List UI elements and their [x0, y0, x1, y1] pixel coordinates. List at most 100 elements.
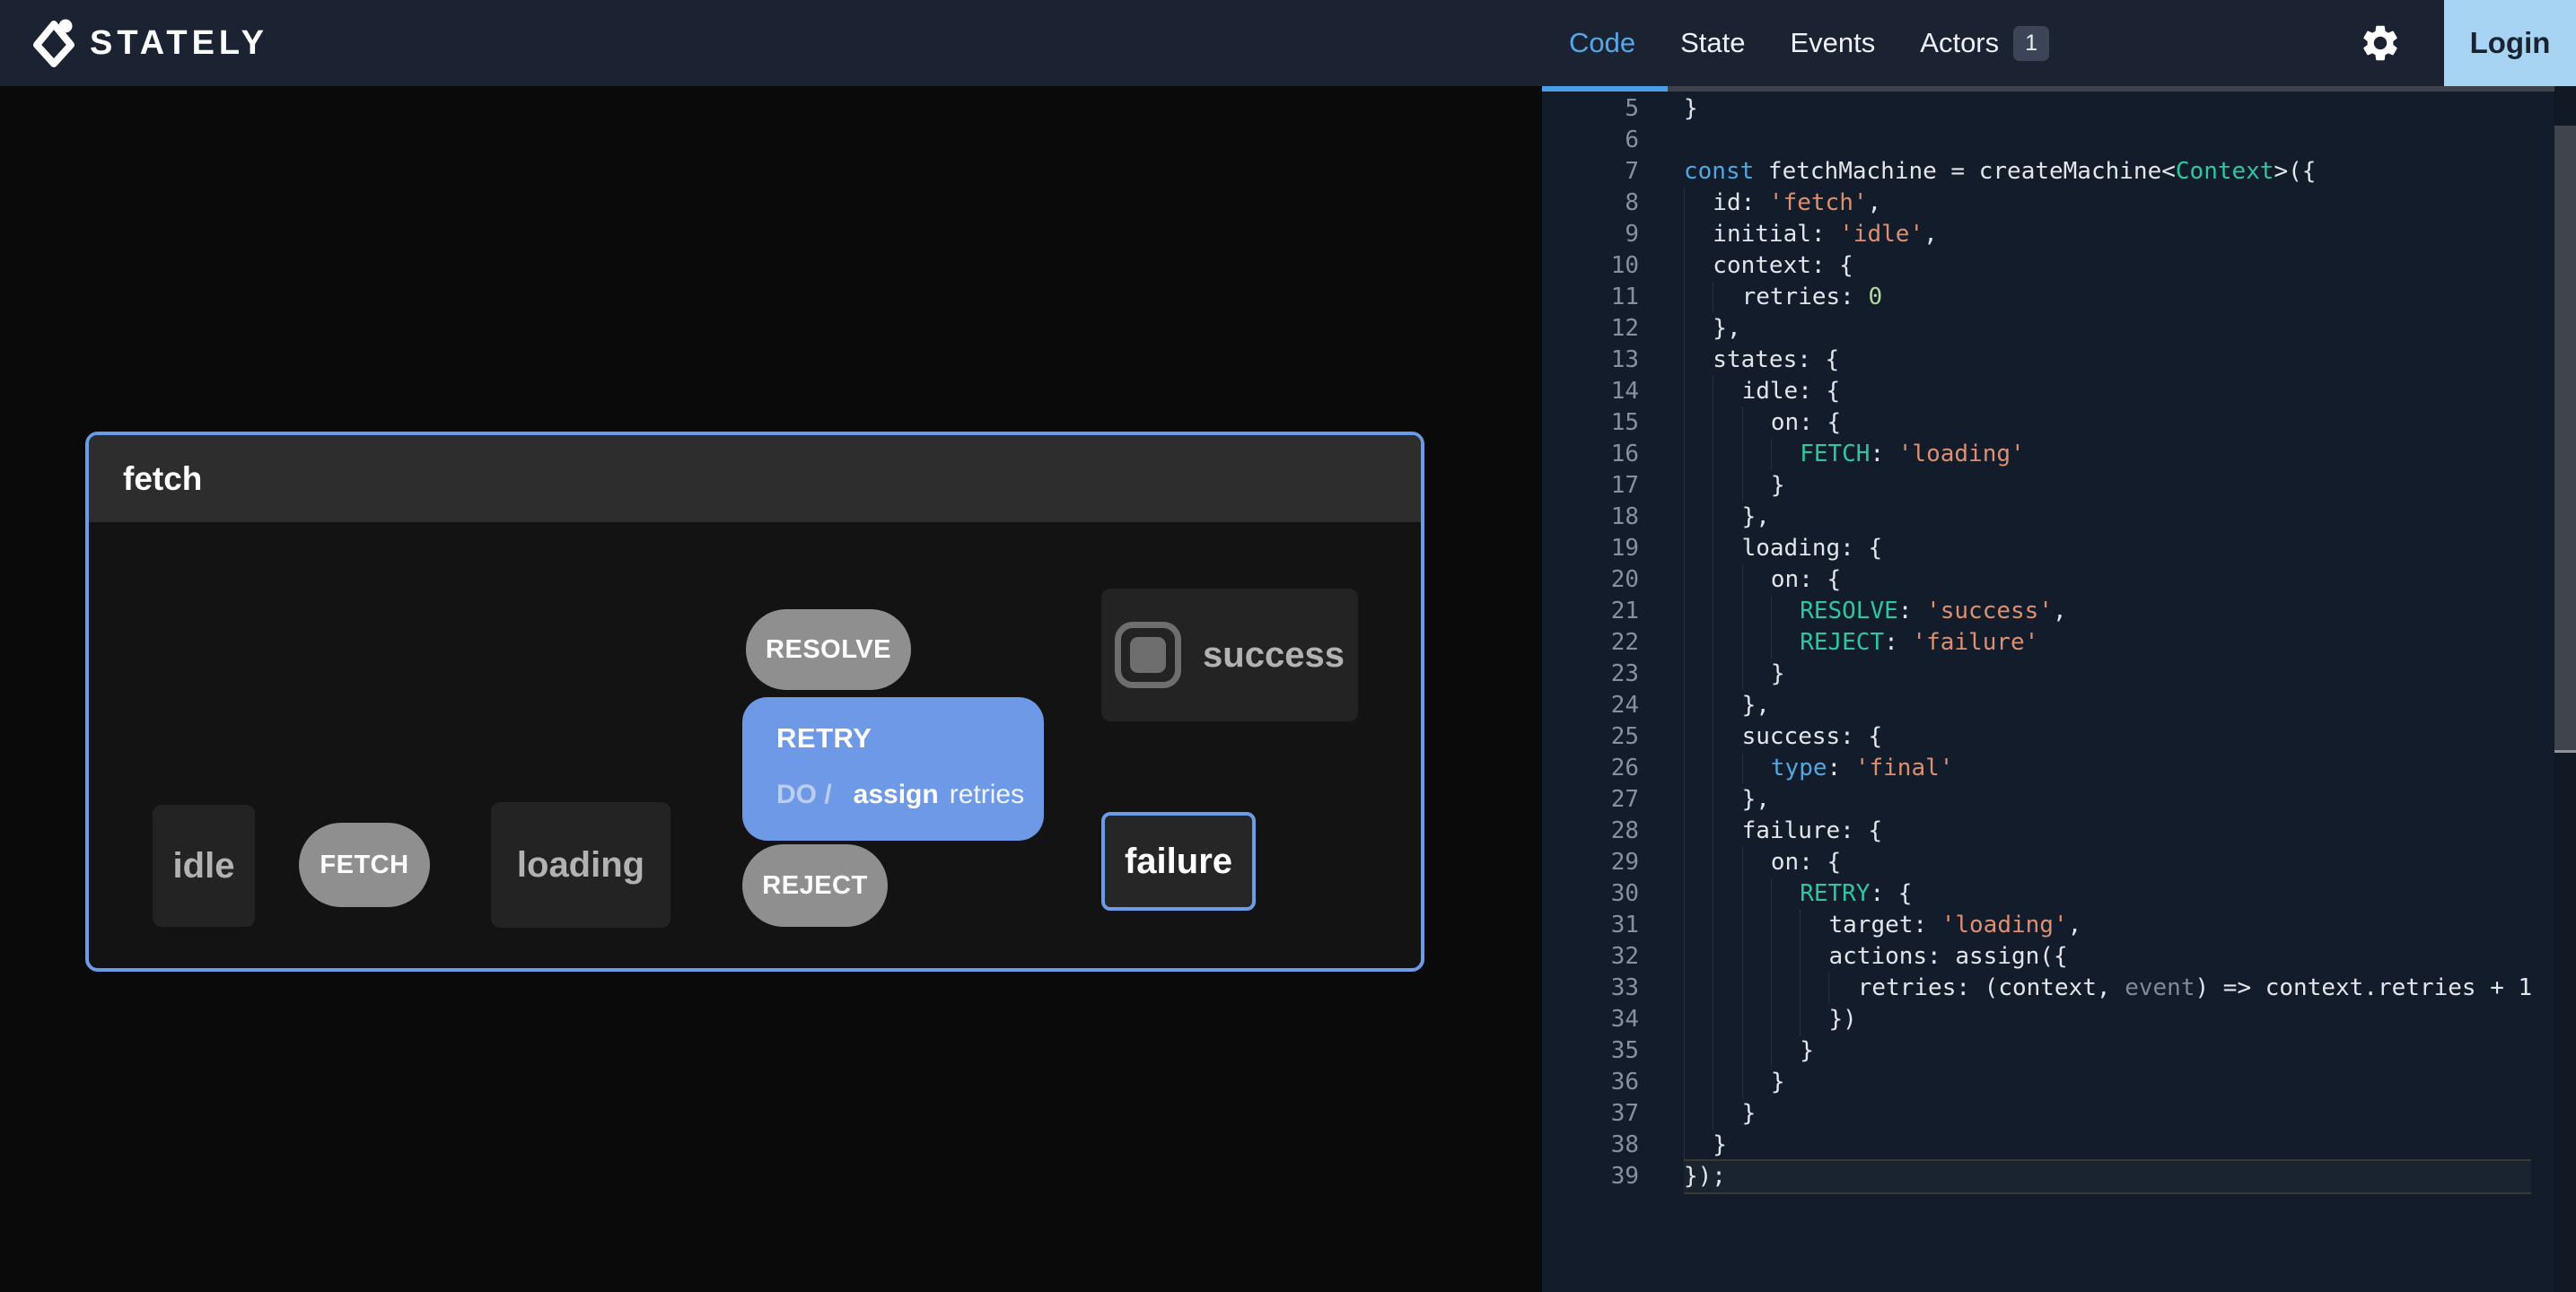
event-resolve[interactable]: RESOLVE [746, 609, 911, 690]
indent-guide [1713, 1067, 1741, 1098]
stately-logo[interactable]: STATELY [32, 0, 268, 86]
diagram-canvas[interactable]: fetch idle FETCH loading RESOLVE success… [0, 86, 1542, 1292]
code-line-39[interactable]: 39}); [1542, 1161, 2554, 1192]
code-line-23[interactable]: 23} [1542, 659, 2554, 690]
indent-guide [1684, 690, 1713, 721]
state-loading-label: loading [516, 844, 645, 885]
code-line-5[interactable]: 5} [1542, 93, 2554, 125]
event-reject[interactable]: REJECT [742, 844, 888, 927]
code-line-27[interactable]: 27}, [1542, 784, 2554, 816]
code-line-30[interactable]: 30 RETRY: { [1542, 878, 2554, 910]
code-line-22[interactable]: 22 REJECT: 'failure' [1542, 627, 2554, 659]
event-retry[interactable]: RETRY DO / assign retries [742, 697, 1044, 841]
state-idle[interactable]: idle [153, 805, 255, 927]
code-line-29[interactable]: 29 on: { [1542, 847, 2554, 878]
line-text: const fetchMachine = createMachine< Conte… [1684, 158, 2317, 185]
indent-guide [1741, 847, 1771, 878]
state-failure[interactable]: failure [1101, 812, 1256, 911]
gear-icon[interactable] [2359, 22, 2402, 65]
code-line-11[interactable]: 11 retries: 0 [1542, 282, 2554, 313]
code-panel[interactable]: 5} 6 7 const fetchMachine = createMachine< C… [1542, 86, 2576, 1292]
indent-guide [1713, 439, 1741, 470]
code-line-37[interactable]: 37} [1542, 1098, 2554, 1130]
indent-guide [1684, 1098, 1713, 1130]
indent-guide [1684, 376, 1713, 407]
indent-guide [1684, 219, 1713, 250]
line-number: 6 [1625, 127, 1639, 153]
line-text [1684, 125, 2531, 156]
code-scrollbar-track[interactable] [2554, 86, 2576, 1292]
code-line-36[interactable]: 36} [1542, 1067, 2554, 1098]
code-line-32[interactable]: 32 actions: assign({ [1542, 941, 2554, 973]
indent-guide [1713, 910, 1741, 941]
line-number: 35 [1610, 1037, 1639, 1064]
code-line-8[interactable]: 8 id: 'fetch', [1542, 188, 2554, 219]
code-line-20[interactable]: 20 on: { [1542, 564, 2554, 596]
indent-guide [1713, 659, 1741, 690]
line-number: 23 [1610, 660, 1639, 687]
code-line-18[interactable]: 18}, [1542, 502, 2554, 533]
code-line-38[interactable]: 38} [1542, 1130, 2554, 1161]
line-number: 7 [1625, 158, 1639, 185]
code-line-28[interactable]: 28 failure: { [1542, 816, 2554, 847]
code-line-14[interactable]: 14 idle: { [1542, 376, 2554, 407]
code-line-24[interactable]: 24}, [1542, 690, 2554, 721]
code-line-26[interactable]: 26 type: 'final' [1542, 753, 2554, 784]
line-text: } [1684, 1035, 2531, 1067]
line-number: 24 [1610, 692, 1639, 719]
code-line-15[interactable]: 15 on: { [1542, 407, 2554, 439]
indent-guide [1741, 470, 1771, 502]
code-line-33[interactable]: 33 retries: (context, event) => context.r… [1542, 973, 2554, 1004]
code-line-7[interactable]: 7 const fetchMachine = createMachine< Cont… [1542, 156, 2554, 188]
code-line-9[interactable]: 9 initial: 'idle', [1542, 219, 2554, 250]
line-text: FETCH: 'loading' [1684, 439, 2531, 470]
code-line-19[interactable]: 19 loading: { [1542, 533, 2554, 564]
indent-guide [1684, 596, 1713, 627]
code-line-12[interactable]: 12}, [1542, 313, 2554, 345]
line-text: states: { [1684, 345, 2531, 376]
indent-guide [1713, 973, 1741, 1004]
tab-events[interactable]: Events [1791, 27, 1876, 59]
stately-logo-icon [33, 19, 74, 67]
indent-guide [1713, 407, 1741, 439]
code-line-10[interactable]: 10 context: { [1542, 250, 2554, 282]
machine-header[interactable]: fetch [89, 435, 1421, 522]
indent-guide [1800, 910, 1828, 941]
indent-guide [1684, 1130, 1713, 1161]
event-fetch[interactable]: FETCH [299, 823, 430, 907]
indent-guide [1770, 973, 1800, 1004]
state-success[interactable]: success [1101, 589, 1358, 721]
line-text: type: 'final' [1684, 753, 2531, 784]
line-number: 31 [1610, 912, 1639, 938]
code-line-6[interactable]: 6 [1542, 125, 2554, 156]
tab-code[interactable]: Code [1569, 27, 1635, 59]
line-text: idle: { [1684, 376, 2531, 407]
code-scrollbar-thumb[interactable] [2554, 126, 2576, 753]
login-button[interactable]: Login [2444, 0, 2576, 86]
code-line-25[interactable]: 25 success: { [1542, 721, 2554, 753]
code-line-17[interactable]: 17} [1542, 470, 2554, 502]
code-line-21[interactable]: 21 RESOLVE: 'success', [1542, 596, 2554, 627]
indent-guide [1684, 941, 1713, 973]
code-line-31[interactable]: 31 target: 'loading', [1542, 910, 2554, 941]
line-number: 21 [1610, 598, 1639, 624]
indent-guide [1770, 878, 1800, 910]
code-line-34[interactable]: 34}) [1542, 1004, 2554, 1035]
line-text: retries: (context, event) => context.ret… [1684, 973, 2532, 1004]
line-number: 34 [1610, 1006, 1639, 1033]
event-retry-label: RETRY [776, 722, 872, 754]
line-number: 37 [1610, 1100, 1639, 1127]
indent-guide [1741, 439, 1771, 470]
indent-guide [1713, 282, 1741, 313]
indent-guide [1684, 282, 1713, 313]
line-text: }, [1684, 313, 2531, 345]
final-state-icon [1115, 622, 1182, 688]
tab-state[interactable]: State [1680, 27, 1745, 59]
code-line-16[interactable]: 16 FETCH: 'loading' [1542, 439, 2554, 470]
line-text: } [1684, 95, 1698, 122]
state-loading[interactable]: loading [491, 802, 670, 928]
code-line-35[interactable]: 35} [1542, 1035, 2554, 1067]
tab-actors[interactable]: Actors 1 [1920, 25, 2050, 61]
code-line-13[interactable]: 13 states: { [1542, 345, 2554, 376]
line-number: 16 [1610, 441, 1639, 467]
